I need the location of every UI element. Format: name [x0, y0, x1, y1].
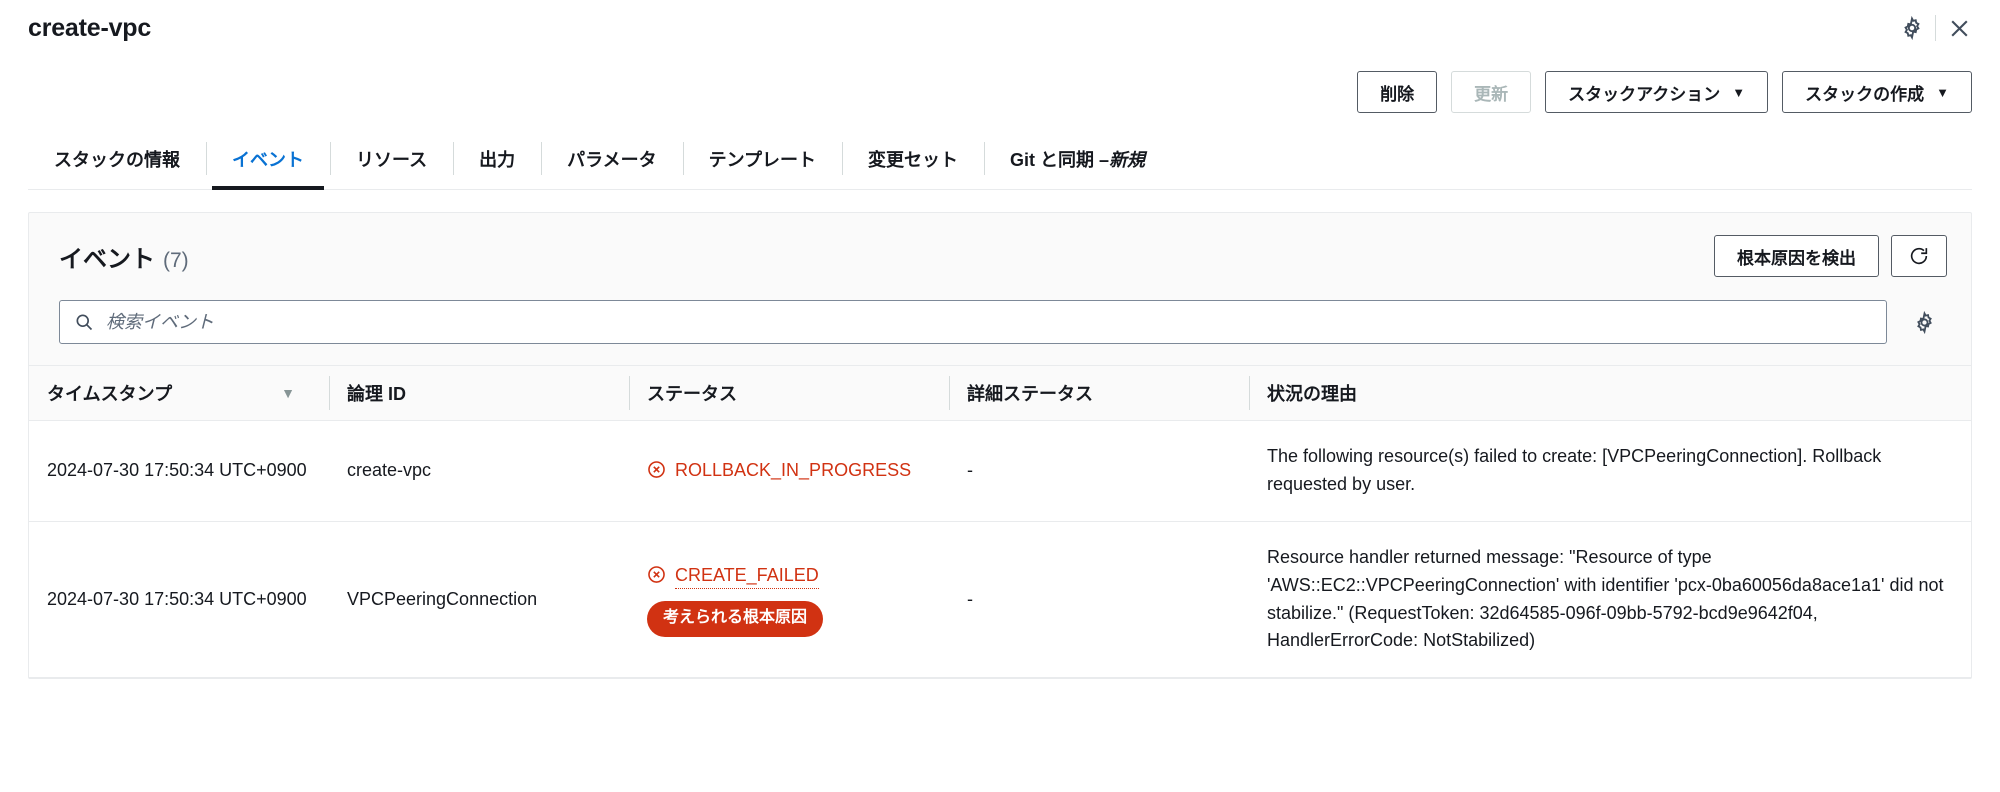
stack-actions-label: スタックアクション	[1568, 84, 1721, 104]
table-row[interactable]: 2024-07-30 17:50:34 UTC+0900 create-vpc …	[29, 420, 1971, 522]
error-circle-x-icon	[648, 566, 665, 583]
tab-label: リソース	[356, 149, 428, 170]
search-input[interactable]	[106, 311, 1872, 333]
tab-resources[interactable]: リソース	[330, 128, 453, 189]
events-title-text: イベント	[59, 245, 155, 273]
refresh-icon	[1910, 247, 1928, 265]
cell-logical-id: create-vpc	[329, 420, 629, 522]
window-titlebar: create-vpc	[0, 0, 2000, 56]
tab-label: テンプレート	[708, 149, 817, 170]
status-badge[interactable]: CREATE_FAILED	[647, 562, 819, 590]
column-label: 状況の理由	[1267, 384, 1357, 404]
cell-status-reason: Resource handler returned message: "Reso…	[1249, 521, 1971, 679]
tab-stack-info[interactable]: スタックの情報	[28, 128, 206, 189]
column-header-status-reason[interactable]: 状況の理由	[1249, 365, 1971, 421]
delete-button-label: 削除	[1380, 84, 1415, 104]
cell-status: ROLLBACK_IN_PROGRESS	[629, 420, 949, 522]
events-panel-title: イベント (7)	[59, 239, 189, 274]
stack-tabs: スタックの情報 イベント リソース 出力 パラメータ テンプレート 変更セット …	[28, 128, 1972, 190]
table-row[interactable]: 2024-07-30 17:50:34 UTC+0900 VPCPeeringC…	[29, 521, 1971, 679]
update-button[interactable]: 更新	[1451, 71, 1532, 113]
cell-status: CREATE_FAILED 考えられる根本原因	[629, 521, 949, 679]
create-stack-label: スタックの作成	[1805, 84, 1925, 104]
cell-detailed-status: -	[949, 420, 1249, 522]
tab-parameters[interactable]: パラメータ	[541, 128, 682, 189]
titlebar-actions	[1889, 0, 1982, 56]
table-header-row: タイムスタンプ ▼ 論理 ID ステータス 詳細ステータス 状況の理由	[29, 365, 1971, 421]
delete-button[interactable]: 削除	[1357, 71, 1438, 113]
column-header-timestamp[interactable]: タイムスタンプ ▼	[29, 365, 329, 421]
tab-events[interactable]: イベント	[206, 128, 330, 190]
tab-label: 変更セット	[868, 149, 959, 170]
create-stack-button[interactable]: スタックの作成 ▼	[1782, 71, 1972, 113]
column-label: 論理 ID	[347, 384, 407, 404]
tab-badge-new: 新規	[1109, 149, 1146, 170]
events-table: タイムスタンプ ▼ 論理 ID ステータス 詳細ステータス 状況の理由 2024…	[29, 365, 1971, 679]
column-label: 詳細ステータス	[967, 384, 1093, 404]
cell-timestamp: 2024-07-30 17:50:34 UTC+0900	[29, 521, 329, 679]
column-header-status[interactable]: ステータス	[629, 365, 949, 421]
root-cause-badge[interactable]: 考えられる根本原因	[647, 601, 824, 637]
events-count: (7)	[163, 248, 189, 272]
events-table-body: 2024-07-30 17:50:34 UTC+0900 create-vpc …	[29, 420, 1971, 679]
cell-timestamp: 2024-07-30 17:50:34 UTC+0900	[29, 420, 329, 522]
tab-git-sync[interactable]: Git と同期 – 新規	[984, 128, 1171, 189]
cell-detailed-status: -	[949, 521, 1249, 679]
cell-status-reason: The following resource(s) failed to crea…	[1249, 420, 1971, 522]
events-panel-actions: 根本原因を検出	[1714, 235, 1947, 277]
tab-label: Git と同期 –	[1010, 149, 1110, 170]
detect-root-cause-button[interactable]: 根本原因を検出	[1714, 235, 1879, 277]
chevron-down-icon: ▼	[1732, 84, 1746, 100]
tab-label: スタックの情報	[54, 149, 180, 170]
table-preferences-button[interactable]	[1901, 299, 1947, 345]
column-header-logical-id[interactable]: 論理 ID	[329, 365, 629, 421]
column-label: ステータス	[647, 384, 737, 404]
chevron-down-icon: ▼	[1936, 84, 1949, 100]
events-panel: イベント (7) 根本原因を検出 検索イベント タイムスタンプ ▼ 論理 ID …	[28, 212, 1972, 680]
tab-label: パラメータ	[567, 149, 657, 170]
tab-label: イベント	[232, 149, 304, 170]
status-text: CREATE_FAILED	[675, 562, 819, 590]
status-text: ROLLBACK_IN_PROGRESS	[675, 459, 912, 480]
tab-template[interactable]: テンプレート	[682, 128, 842, 189]
tab-outputs[interactable]: 出力	[453, 128, 541, 189]
refresh-button[interactable]	[1891, 235, 1947, 277]
stack-actions-button[interactable]: スタックアクション ▼	[1545, 71, 1769, 113]
column-label: タイムスタンプ	[47, 384, 173, 404]
cell-logical-id: VPCPeeringConnection	[329, 521, 629, 679]
events-search-row	[29, 299, 1971, 365]
search-container[interactable]	[59, 300, 1887, 344]
update-button-label: 更新	[1474, 84, 1509, 104]
close-button[interactable]	[1936, 5, 1982, 51]
error-circle-x-icon	[648, 461, 665, 478]
settings-gear-button[interactable]	[1889, 5, 1935, 51]
tab-label: 出力	[479, 149, 516, 170]
events-panel-header: イベント (7) 根本原因を検出	[29, 213, 1971, 299]
page-title: create-vpc	[28, 13, 152, 42]
tab-change-sets[interactable]: 変更セット	[842, 128, 984, 189]
events-table-header: タイムスタンプ ▼ 論理 ID ステータス 詳細ステータス 状況の理由	[29, 365, 1971, 421]
search-icon	[76, 314, 93, 331]
detect-root-cause-label: 根本原因を検出	[1737, 248, 1856, 268]
column-header-detailed-status[interactable]: 詳細ステータス	[949, 365, 1249, 421]
sort-descending-icon: ▼	[281, 385, 295, 401]
stack-toolbar: 削除 更新 スタックアクション ▼ スタックの作成 ▼	[0, 56, 2000, 128]
status-badge: ROLLBACK_IN_PROGRESS	[647, 457, 911, 485]
